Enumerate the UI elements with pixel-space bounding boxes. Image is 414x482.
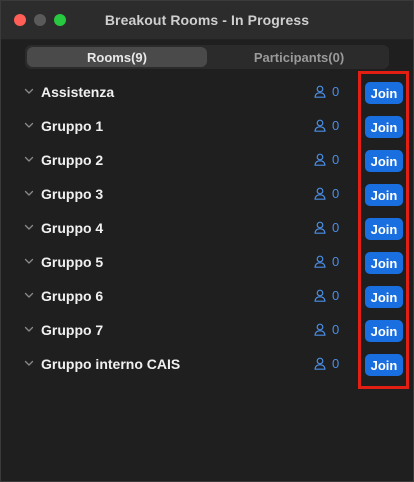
- participant-count: 0: [314, 322, 339, 337]
- room-row[interactable]: Gruppo 6 0 Join: [1, 279, 413, 313]
- participant-count: 0: [314, 254, 339, 269]
- chevron-down-icon[interactable]: [24, 290, 34, 300]
- person-icon: [314, 85, 326, 98]
- room-row[interactable]: Gruppo 5 0 Join: [1, 245, 413, 279]
- chevron-down-icon[interactable]: [24, 120, 34, 130]
- participant-count: 0: [314, 152, 339, 167]
- participant-count: 0: [314, 220, 339, 235]
- room-row[interactable]: Assistenza 0 Join: [1, 75, 413, 109]
- tab-rooms[interactable]: Rooms(9): [27, 47, 207, 67]
- room-row[interactable]: Gruppo 4 0 Join: [1, 211, 413, 245]
- join-button[interactable]: Join: [365, 252, 403, 274]
- room-row[interactable]: Gruppo 1 0 Join: [1, 109, 413, 143]
- chevron-down-icon[interactable]: [24, 86, 34, 96]
- person-icon: [314, 187, 326, 200]
- room-name: Gruppo 2: [41, 152, 104, 168]
- participant-count-value: 0: [332, 186, 340, 201]
- room-name: Gruppo 3: [41, 186, 104, 202]
- window-title: Breakout Rooms - In Progress: [104, 12, 310, 28]
- participant-count: 0: [314, 186, 339, 201]
- participant-count: 0: [314, 356, 339, 371]
- person-icon: [314, 255, 326, 268]
- chevron-down-icon[interactable]: [24, 222, 34, 232]
- participant-count-value: 0: [332, 254, 340, 269]
- room-name: Gruppo 6: [41, 288, 104, 304]
- chevron-down-icon[interactable]: [24, 154, 34, 164]
- join-button[interactable]: Join: [365, 286, 403, 308]
- person-icon: [314, 357, 326, 370]
- participant-count: 0: [314, 118, 339, 133]
- join-button[interactable]: Join: [365, 354, 403, 376]
- participant-count-value: 0: [332, 220, 340, 235]
- participant-count-value: 0: [332, 84, 340, 99]
- chevron-down-icon[interactable]: [24, 324, 34, 334]
- person-icon: [314, 221, 326, 234]
- room-name: Gruppo 1: [41, 118, 104, 134]
- join-button[interactable]: Join: [365, 150, 403, 172]
- participant-count-value: 0: [332, 322, 340, 337]
- join-button[interactable]: Join: [365, 320, 403, 342]
- room-name: Assistenza: [41, 84, 115, 100]
- tab-participants[interactable]: Participants(0): [209, 45, 389, 69]
- room-row[interactable]: Gruppo interno CAIS 0 Join: [1, 347, 413, 381]
- room-row[interactable]: Gruppo 7 0 Join: [1, 313, 413, 347]
- person-icon: [314, 323, 326, 336]
- participant-count: 0: [314, 84, 339, 99]
- person-icon: [314, 153, 326, 166]
- join-button[interactable]: Join: [365, 82, 403, 104]
- join-button[interactable]: Join: [365, 184, 403, 206]
- room-name: Gruppo 4: [41, 220, 104, 236]
- title-bar: Breakout Rooms - In Progress: [1, 1, 413, 40]
- participant-count-value: 0: [332, 152, 340, 167]
- chevron-down-icon[interactable]: [24, 256, 34, 266]
- participant-count-value: 0: [332, 356, 340, 371]
- room-name: Gruppo 5: [41, 254, 104, 270]
- person-icon: [314, 289, 326, 302]
- participant-count: 0: [314, 288, 339, 303]
- participant-count-value: 0: [332, 288, 340, 303]
- room-row[interactable]: Gruppo 2 0 Join: [1, 143, 413, 177]
- tab-bar: Rooms(9) Participants(0): [25, 45, 389, 69]
- room-name: Gruppo 7: [41, 322, 104, 338]
- rooms-list: Assistenza 0 Join Gruppo 1 0 Join Gruppo 2 0 Joi…: [1, 75, 413, 381]
- chevron-down-icon[interactable]: [24, 358, 34, 368]
- participant-count-value: 0: [332, 118, 340, 133]
- join-button[interactable]: Join: [365, 218, 403, 240]
- person-icon: [314, 119, 326, 132]
- chevron-down-icon[interactable]: [24, 188, 34, 198]
- room-name: Gruppo interno CAIS: [41, 356, 181, 372]
- room-row[interactable]: Gruppo 3 0 Join: [1, 177, 413, 211]
- join-button[interactable]: Join: [365, 116, 403, 138]
- breakout-rooms-window: Breakout Rooms - In Progress Rooms(9) Pa…: [0, 0, 414, 482]
